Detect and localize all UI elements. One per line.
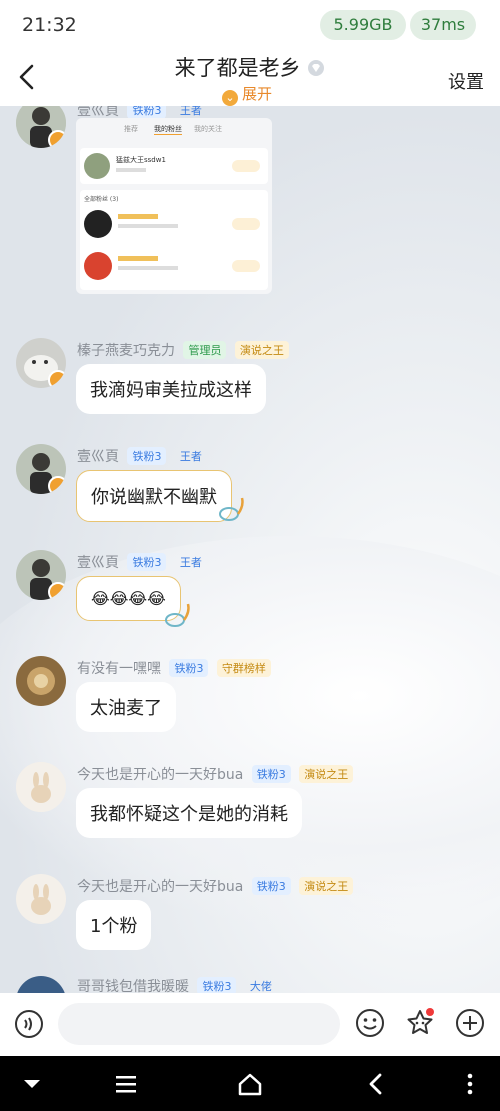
sender-name: 壹巛頁: [77, 555, 119, 571]
chevron-down-icon: ⌄: [222, 90, 238, 106]
avatar[interactable]: [16, 444, 66, 494]
message-bubble[interactable]: 你说幽默不幽默: [76, 470, 232, 522]
avatar[interactable]: [16, 656, 66, 706]
image-user-card: 猛兹大王ssdw1: [80, 148, 268, 184]
bunny-avatar: [16, 762, 66, 812]
nav-down-icon[interactable]: [18, 1070, 46, 1098]
ping-badge: 37ms: [410, 10, 476, 40]
voice-icon[interactable]: [14, 1009, 44, 1039]
image-section-label: 全部粉丝 (3): [84, 196, 119, 203]
title-badge: 大佬: [249, 980, 272, 993]
bunny-avatar: [16, 874, 66, 924]
snorkel-icon: [165, 603, 190, 627]
notification-dot: [426, 1008, 434, 1016]
sender-name: 壹巛頁: [77, 449, 119, 465]
group-name: 来了都是老乡: [174, 56, 301, 80]
avatar[interactable]: [16, 550, 66, 600]
group-title: 来了都是老乡: [0, 52, 500, 82]
status-bar: 21:32 5.99GB 37ms: [0, 0, 500, 50]
sender-name: 有没有一嘿嘿: [77, 661, 161, 677]
message-item: 今天也是开心的一天好bua 铁粉3 演说之王 1个粉: [0, 874, 500, 964]
message-item: 榛子燕麦巧克力 管理员 演说之王 我滴妈审美拉成这样: [0, 338, 500, 428]
storage-badge: 5.99GB: [320, 10, 406, 40]
image-fan-list: 全部粉丝 (3): [80, 190, 268, 290]
system-nav-bar: [0, 1056, 500, 1111]
expand-label: 展开: [242, 85, 273, 103]
title-badge: 演说之王: [299, 877, 354, 895]
message-bubble[interactable]: 太油麦了: [76, 682, 176, 732]
title-badge: 演说之王: [299, 765, 354, 783]
sender-name: 今天也是开心的一天好bua: [77, 879, 244, 895]
diamond-icon: [308, 60, 325, 76]
sender-line: 壹巛頁 铁粉3 王者: [77, 446, 207, 466]
message-bubble[interactable]: 我滴妈审美拉成这样: [76, 364, 266, 414]
image-tab: 我的关注: [194, 125, 222, 133]
fan-level-badge: 铁粉3: [251, 765, 291, 783]
message-item: 哥哥钱包借我暖暖 铁粉3 大佬: [0, 970, 500, 993]
snorkel-icon: [219, 497, 244, 521]
nav-more-icon[interactable]: [456, 1070, 484, 1098]
nav-back-icon[interactable]: [362, 1070, 390, 1098]
avatar[interactable]: [16, 874, 66, 924]
fan-level-badge: 铁粉3: [197, 977, 237, 993]
sender-name: 哥哥钱包借我暖暖: [77, 979, 189, 993]
sender-line: 哥哥钱包借我暖暖 铁粉3 大佬: [77, 976, 277, 993]
message-item: 壹巛頁 铁粉3 王者 你说幽默不幽默: [0, 444, 500, 534]
message-bubble[interactable]: 我都怀疑这个是她的消耗: [76, 788, 302, 838]
clock: 21:32: [22, 14, 77, 36]
message-bubble[interactable]: 1个粉: [76, 900, 152, 950]
title-badge: 守群榜样: [216, 659, 271, 677]
message-input[interactable]: [58, 1003, 340, 1045]
add-icon[interactable]: [454, 1007, 486, 1039]
message-item: 壹巛頁 铁粉3 王者 推荐 我的粉丝 我的关注 猛兹大王ssdw1 全部粉丝 (…: [0, 106, 500, 308]
sender-line: 榛子燕麦巧克力 管理员 演说之王: [77, 340, 289, 360]
sticker-icon[interactable]: [404, 1007, 436, 1039]
avatar[interactable]: [16, 338, 66, 388]
sender-line: 壹巛頁 铁粉3 王者: [77, 552, 207, 572]
emoji-icon[interactable]: [354, 1007, 386, 1039]
input-bar: [0, 993, 500, 1056]
avatar[interactable]: [16, 106, 66, 148]
sender-name: 今天也是开心的一天好bua: [77, 767, 244, 783]
sender-line: 今天也是开心的一天好bua 铁粉3 演说之王: [77, 876, 354, 896]
fan-level-badge: 铁粉3: [127, 447, 167, 465]
sender-line: 有没有一嘿嘿 铁粉3 守群榜样: [77, 658, 271, 678]
fan-level-badge: 铁粉3: [127, 553, 167, 571]
avatar[interactable]: [16, 976, 66, 993]
chat-header: 来了都是老乡 ⌄ 展开 设置: [0, 50, 500, 106]
sender-line: 今天也是开心的一天好bua 铁粉3 演说之王: [77, 764, 354, 784]
nav-menu-icon[interactable]: [112, 1070, 140, 1098]
message-item: 壹巛頁 铁粉3 王者 😂😂😂😂: [0, 550, 500, 640]
message-item: 今天也是开心的一天好bua 铁粉3 演说之王 我都怀疑这个是她的消耗: [0, 762, 500, 852]
fan-level-badge: 铁粉3: [169, 659, 209, 677]
expand-button[interactable]: ⌄ 展开: [222, 83, 272, 106]
chat-area[interactable]: 壹巛頁 铁粉3 王者 推荐 我的粉丝 我的关注 猛兹大王ssdw1 全部粉丝 (…: [0, 106, 500, 993]
message-item: 有没有一嘿嘿 铁粉3 守群榜样 太油麦了: [0, 656, 500, 746]
shared-image[interactable]: 推荐 我的粉丝 我的关注 猛兹大王ssdw1 全部粉丝 (3): [76, 118, 272, 294]
avatar[interactable]: [16, 762, 66, 812]
nav-home-icon[interactable]: [236, 1070, 264, 1098]
image-tab: 我的粉丝: [154, 125, 182, 135]
title-badge: 王者: [179, 556, 202, 569]
sender-name: 榛子燕麦巧克力: [77, 343, 175, 359]
image-user-name: 猛兹大王ssdw1: [116, 156, 166, 164]
image-tab: 推荐: [124, 125, 138, 133]
fan-level-badge: 铁粉3: [251, 877, 291, 895]
settings-button[interactable]: 设置: [448, 68, 484, 94]
title-badge: 王者: [179, 450, 202, 463]
title-badge: 演说之王: [234, 341, 289, 359]
admin-badge: 管理员: [183, 341, 227, 359]
